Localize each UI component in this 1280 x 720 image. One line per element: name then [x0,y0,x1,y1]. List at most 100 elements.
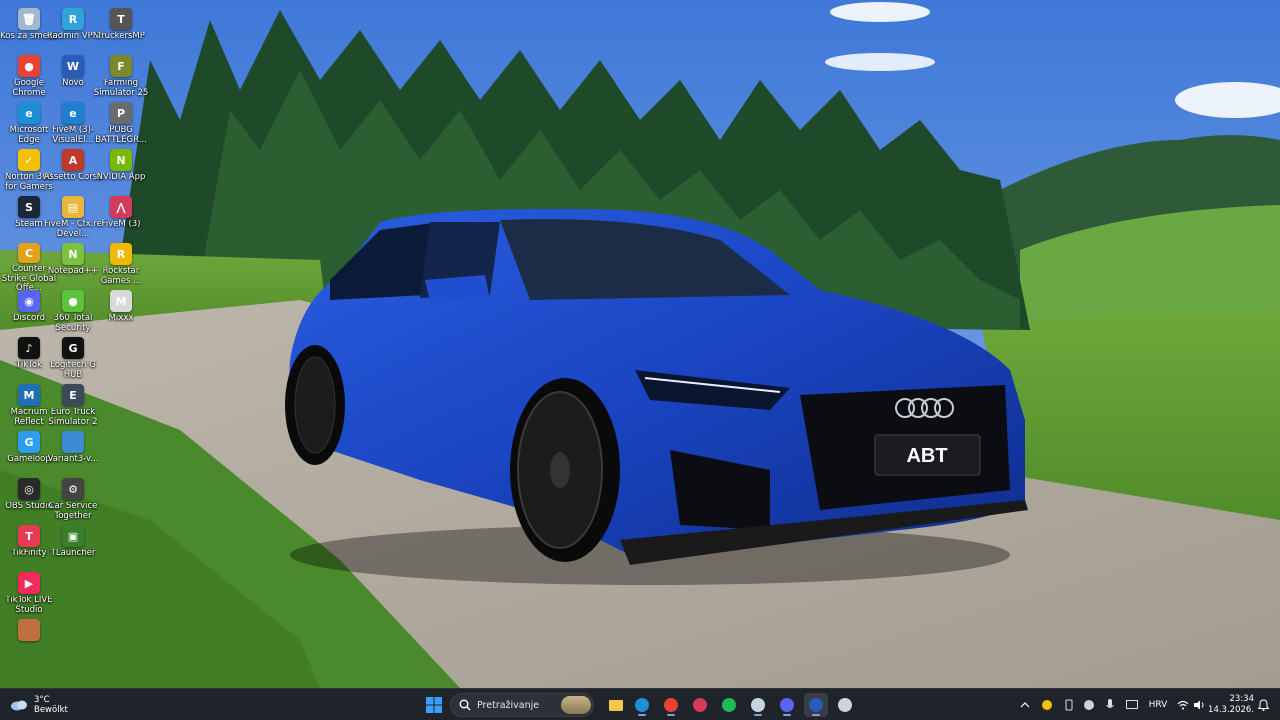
tray-overflow-button[interactable] [1018,697,1032,713]
tray-app-3[interactable] [1082,697,1096,713]
norton-icon: ✓ [18,149,40,171]
taskbar-app-button[interactable] [833,693,857,717]
clock-time: 23:34 [1229,694,1255,704]
start-button[interactable] [422,693,446,717]
obs-icon: ◎ [18,478,40,500]
desktop-icon[interactable]: ▣ TLauncher [48,523,98,573]
farming-simulator-icon: F [110,55,132,77]
settings-icon [838,698,852,712]
notifications-button[interactable] [1256,697,1270,713]
desktop-icon-label: NVIDIA App [96,173,146,182]
taskbar-app-button[interactable] [717,693,741,717]
taskbar-app-button[interactable] [775,693,799,717]
language-indicator[interactable]: HRV [1146,697,1170,713]
chrome-icon: ● [18,55,40,77]
desktop-icon[interactable]: R Rockstar Games ... [96,241,146,291]
desktop-icon-label: PUBG BATTLEGR... [95,126,147,145]
tiktok-live-icon: ▶ [18,572,40,594]
taskbar-app-button[interactable] [804,693,828,717]
desktop-icon-label: TLauncher [50,549,96,558]
chevron-up-icon [1020,702,1030,708]
desktop-icon-label: Car Service Together [48,502,98,521]
desktop-icon[interactable]: ● Google Chrome [4,53,54,103]
desktop-icon[interactable]: N NVIDIA App [96,147,146,197]
taskbar-app-button[interactable] [604,693,628,717]
euro-truck-icon: E [62,384,84,406]
desktop-icon[interactable]: M Mixxx [96,288,146,338]
desktop-icon[interactable]: T TruckersMP [96,6,146,56]
taskbar-search[interactable]: Pretraživanje [450,693,594,717]
truckersmp-icon: T [110,8,132,30]
desktop-icon[interactable]: ⚙ Car Service Together [48,476,98,526]
desktop-icon-label: TikTok LIVE Studio [5,596,53,615]
taskbar-app-button[interactable] [746,693,770,717]
desktop-icon[interactable]: G Logitech G HUB [48,335,98,385]
usb-icon [1065,699,1073,711]
tikfinity-icon: T [18,525,40,547]
desktop-icon[interactable]: ● 360 Total Security [48,288,98,338]
running-indicator [783,714,791,716]
recycle-bin-icon: 🗑 [18,8,40,30]
desktop-icon-label: TruckersMP [97,32,145,41]
assetto-corsa-icon: A [62,149,84,171]
wifi-icon [1177,700,1189,710]
desktop-icon[interactable] [4,617,54,667]
fivem-icon [693,698,707,712]
tray-app-4[interactable] [1103,697,1117,713]
desktop-icon[interactable]: G Gameloop [4,429,54,479]
desktop-wallpaper: ABT [0,0,1280,688]
tray-app-5[interactable] [1124,697,1140,713]
taskbar-app-button[interactable] [630,693,654,717]
logitech-icon: G [62,337,84,359]
macrium-icon: M [18,384,40,406]
word-doc-icon: W [62,55,84,77]
svg-text:ABT: ABT [906,445,947,467]
discord-icon [780,698,794,712]
windows-start-icon [426,697,442,713]
discord-icon: ◉ [18,290,40,312]
desktop-icon[interactable]: ✓ Norton 360 for Gamers [4,147,54,197]
desktop-icon[interactable]: T TikFinity [4,523,54,573]
chrome-icon [664,698,678,712]
partial-icon [18,619,40,641]
tiktok-icon: ♪ [18,337,40,359]
network-status[interactable] [1176,697,1190,713]
desktop-icon[interactable]: Variant3-v... [48,429,98,479]
weather-widget[interactable]: 3°C Bewölkt [10,693,68,717]
clock-date: 14.3.2026. [1208,705,1254,715]
radmin-vpn-icon: R [62,8,84,30]
desktop-icon[interactable]: A Assetto Corsa [44,147,102,197]
weather-condition: Bewölkt [34,705,68,715]
desktop-icon[interactable]: C Counter Strike Global Offe... [2,241,56,291]
steam-icon: S [18,196,40,218]
pubg-icon: P [110,102,132,124]
taskbar-app-button[interactable] [688,693,712,717]
file-icon [62,431,84,453]
desktop-icon[interactable]: 🗑 Koš za smeće [0,6,58,56]
desktop-icon[interactable]: F Farming Simulator 25 [94,53,148,103]
steam-tray-icon [1084,700,1094,710]
desktop-icon-label: Logitech G HUB [50,361,96,380]
desktop-icon-label: Variant3-v... [47,455,99,464]
desktop-icon[interactable]: E Euro Truck Simulator 2 [48,382,98,432]
desktop-icon[interactable]: ▶ TikTok LIVE Studio [4,570,54,620]
fivem-red-icon: ⋀ [110,196,132,218]
mixxx-icon: M [110,290,132,312]
volume-control[interactable] [1192,697,1206,713]
search-icon [459,699,471,711]
nvidia-icon: N [110,149,132,171]
taskbar-app-button[interactable] [659,693,683,717]
desktop-icon[interactable]: P PUBG BATTLEGR... [95,100,147,150]
taskbar: 3°C Bewölkt Pretraživanje HRV 23:34 14.3… [0,688,1280,720]
search-highlight-image [561,696,591,714]
desktop-icon[interactable]: R Radmin VPN [47,6,99,56]
desktop-icon[interactable]: ⋀ FiveM (3) [96,194,146,244]
desktop-icon-label: Euro Truck Simulator 2 [48,408,98,427]
file-explorer-icon [609,700,623,711]
taskbar-clock[interactable]: 23:34 14.3.2026. [1206,694,1254,716]
edge-icon: e [18,102,40,124]
tray-app-2[interactable] [1062,697,1076,713]
desktop-icon[interactable]: ▤ FiveM - Cfx.re Devel... [44,194,102,244]
tray-app-1[interactable] [1040,697,1054,713]
gameloop-icon: G [18,431,40,453]
